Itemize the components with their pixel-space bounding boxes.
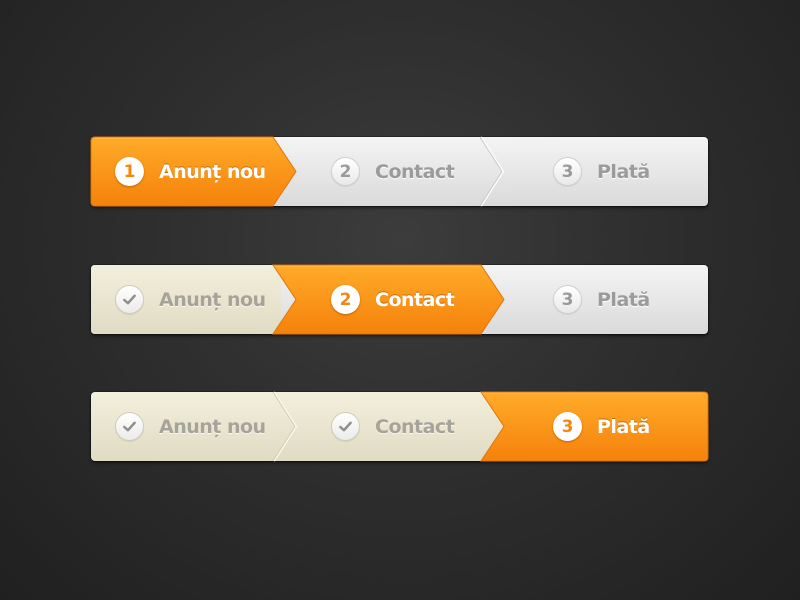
checkmark-icon — [331, 412, 360, 441]
step-label: Contact — [375, 415, 455, 438]
step-anunt-nou[interactable]: Anunț nou — [115, 265, 266, 334]
step-label: Contact — [375, 160, 455, 183]
step-plata[interactable]: 3 Plată — [553, 265, 650, 334]
step-label: Plată — [597, 415, 650, 438]
step-label: Anunț nou — [159, 415, 266, 438]
step-number-badge: 3 — [553, 412, 582, 441]
step-number-badge: 3 — [553, 157, 582, 186]
step-label: Anunț nou — [159, 288, 266, 311]
step-label: Plată — [597, 160, 650, 183]
step-label: Plată — [597, 288, 650, 311]
checkmark-icon — [115, 285, 144, 314]
step-label: Anunț nou — [159, 160, 266, 183]
step-number-badge: 1 — [115, 157, 144, 186]
step-number-badge: 2 — [331, 157, 360, 186]
step-contact[interactable]: Contact — [331, 392, 455, 461]
checkmark-icon — [115, 412, 144, 441]
progress-stepper-3: Anunț nou Contact 3 Plată — [91, 391, 709, 462]
step-number-badge: 3 — [553, 285, 582, 314]
step-contact[interactable]: 2 Contact — [331, 137, 455, 206]
step-plata[interactable]: 3 Plată — [553, 137, 650, 206]
step-contact[interactable]: 2 Contact — [331, 265, 455, 334]
step-label: Contact — [375, 288, 455, 311]
step-anunt-nou[interactable]: 1 Anunț nou — [115, 137, 266, 206]
progress-stepper-2: Anunț nou 2 Contact 3 Plată — [91, 264, 708, 335]
step-number-badge: 2 — [331, 285, 360, 314]
step-anunt-nou[interactable]: Anunț nou — [115, 392, 266, 461]
step-plata[interactable]: 3 Plată — [553, 392, 650, 461]
progress-stepper-1: 1 Anunț nou 2 Contact 3 Plată — [90, 136, 708, 207]
